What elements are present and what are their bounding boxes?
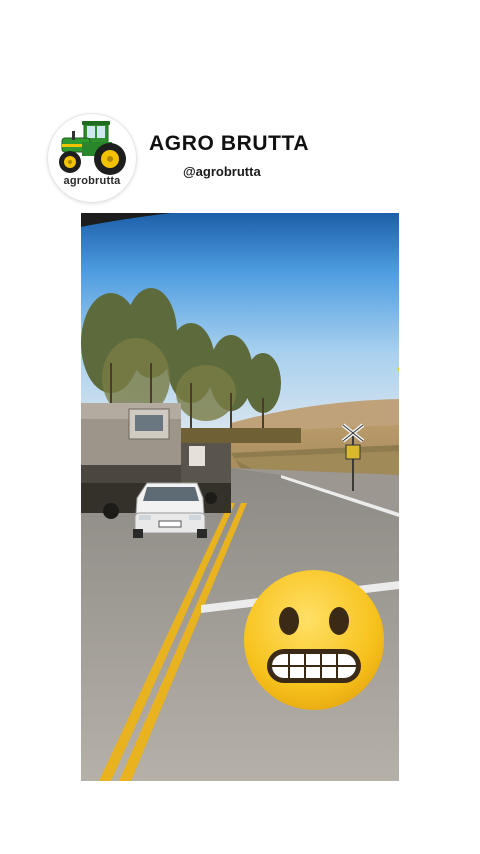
tractor-icon [59,121,126,175]
white-car [133,482,207,538]
grimacing-face-icon [244,570,384,710]
avatar-label: agrobrutta [63,175,121,187]
account-name[interactable]: AGRO BRUTTA [149,132,309,156]
account-handle[interactable]: @agrobrutta [183,164,261,179]
video-frame[interactable] [81,213,399,781]
profile-avatar[interactable]: agrobrutta [48,114,136,202]
